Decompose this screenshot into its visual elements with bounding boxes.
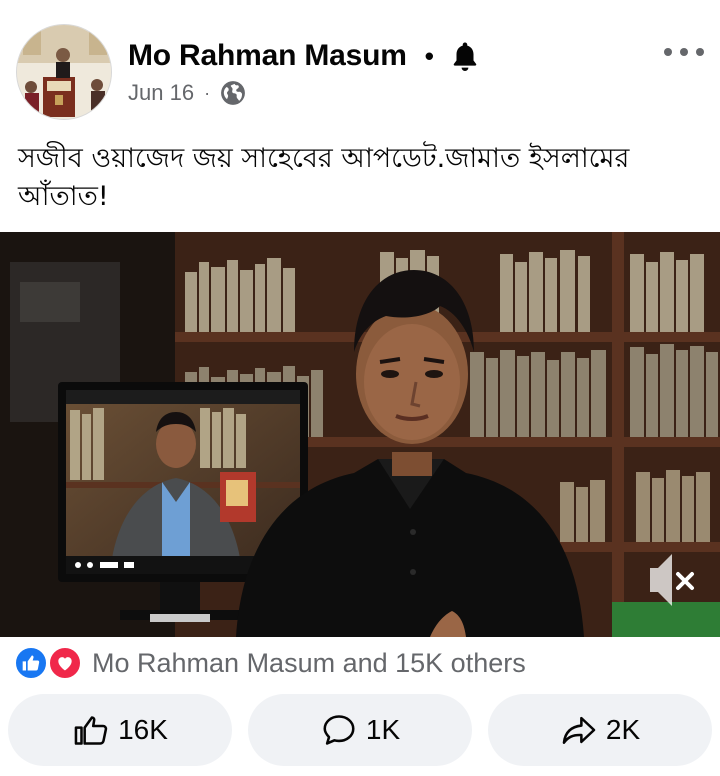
author-row: Mo Rahman Masum • (128, 36, 482, 76)
post-date[interactable]: Jun 16 (128, 80, 194, 106)
more-dot (680, 48, 688, 56)
comment-count: 1K (365, 714, 401, 745)
comment-button[interactable]: 1K (248, 694, 472, 766)
post-actions: 16K 1K 2K (8, 694, 712, 766)
avatar-photo (17, 25, 111, 119)
post-header: Mo Rahman Masum • Jun 16 · (0, 0, 720, 125)
reactions-summary[interactable]: Mo Rahman Masum and 15K others (14, 644, 526, 682)
more-dot (696, 48, 704, 56)
like-count: 16K (118, 714, 168, 745)
more-dot (664, 48, 672, 56)
share-button[interactable]: 2K (488, 694, 712, 766)
video-player[interactable] (0, 232, 720, 637)
share-count: 2K (605, 714, 641, 745)
love-reaction-icon (48, 646, 82, 680)
author-avatar[interactable] (16, 24, 112, 120)
post-meta: Jun 16 · (128, 78, 246, 108)
reactions-summary-text[interactable]: Mo Rahman Masum and 15K others (92, 648, 526, 679)
more-options-icon[interactable] (664, 40, 704, 64)
globe-icon (220, 80, 246, 106)
thumbs-up-icon (74, 716, 108, 745)
share-arrow-icon (562, 716, 596, 744)
author-name[interactable]: Mo Rahman Masum (128, 39, 407, 73)
like-reaction-icon (14, 646, 48, 680)
meta-separator: · (204, 82, 211, 103)
reaction-icons (14, 646, 86, 680)
like-button[interactable]: 16K (8, 694, 232, 766)
video-frame (0, 232, 720, 637)
comment-icon (323, 715, 355, 745)
speaker-muted-icon[interactable] (644, 548, 700, 612)
bell-icon[interactable] (448, 39, 482, 73)
post-text: সজীব ওয়াজেদ জয় সাহেবের আপডেট.জামাত ইসল… (18, 143, 630, 212)
name-separator-dot: • (424, 40, 434, 71)
